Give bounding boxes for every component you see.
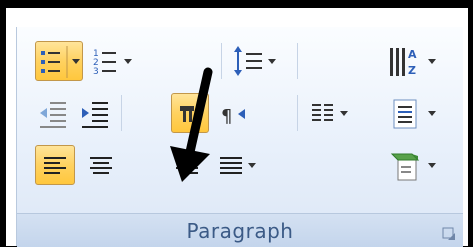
svg-text:3: 3 <box>93 67 99 77</box>
svg-text:¶: ¶ <box>221 106 232 127</box>
justify-button[interactable] <box>213 145 269 185</box>
align-center-button[interactable] <box>81 145 121 185</box>
align-left-button[interactable] <box>35 145 75 185</box>
bullets-button[interactable] <box>35 41 83 81</box>
annotation-arrow-icon <box>160 66 220 190</box>
paragraph-group: 1 2 3 A Z ¶ Paragraph <box>16 27 463 247</box>
columns-button[interactable] <box>307 93 363 133</box>
svg-text:A: A <box>408 48 417 61</box>
decrease-indent-button[interactable] <box>35 93 71 133</box>
show-marks-button[interactable]: ¶ <box>215 93 251 133</box>
separator <box>297 95 298 131</box>
line-spacing-button[interactable] <box>229 41 285 81</box>
paragraph-spacing-button[interactable] <box>385 93 445 133</box>
sort-button[interactable]: A Z <box>385 41 445 81</box>
increase-indent-button[interactable] <box>77 93 113 133</box>
dialog-launcher-icon[interactable] <box>442 226 456 240</box>
numbering-button[interactable]: 1 2 3 <box>89 41 149 81</box>
group-caption: Paragraph <box>186 219 294 243</box>
separator <box>121 95 122 131</box>
separator <box>297 43 298 79</box>
separator <box>221 43 222 79</box>
shading-button[interactable] <box>385 145 445 185</box>
svg-text:Z: Z <box>408 64 416 77</box>
